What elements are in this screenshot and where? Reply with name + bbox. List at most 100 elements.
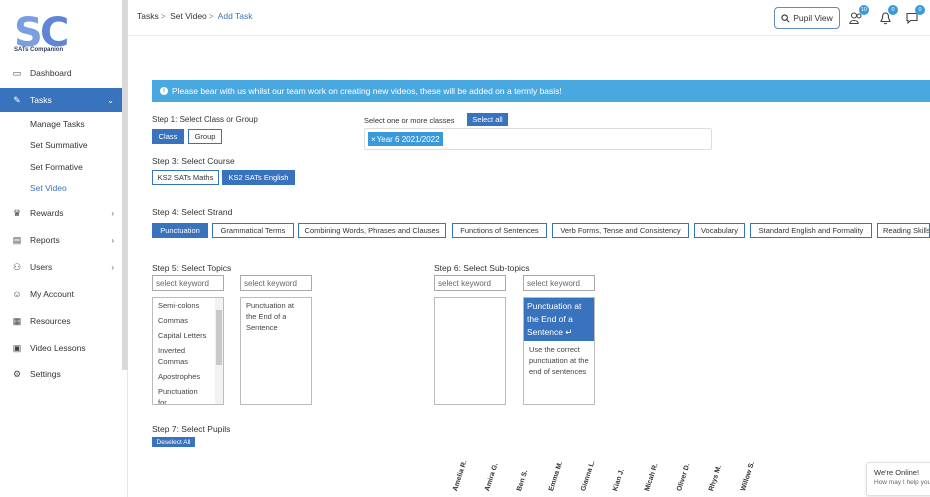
pupil-name[interactable]: Micah R. <box>644 463 660 493</box>
nav-label: Reports <box>30 235 60 245</box>
notifications-badge: 0 <box>888 5 898 15</box>
pupil-name[interactable]: Oliver D. <box>676 463 692 493</box>
subtopics-list[interactable] <box>434 297 506 405</box>
course-english-button[interactable]: KS2 SATs English <box>222 170 295 185</box>
tasks-icon: ✎ <box>13 94 21 105</box>
nav-resources[interactable]: ▦ Resources <box>0 309 122 333</box>
chat-widget[interactable]: We're Online! How may I help you <box>866 462 930 496</box>
nav-label: Settings <box>30 369 61 379</box>
list-item[interactable]: Punctuation for <box>153 384 213 404</box>
nav-label: Video Lessons <box>30 343 86 353</box>
info-alert: i Please bear with us whilst our team wo… <box>152 80 930 102</box>
list-item[interactable]: Semi-colons <box>153 298 223 313</box>
pupil-name[interactable]: Amira G. <box>484 462 500 492</box>
selected-subtopic[interactable]: Punctuation at the End of a Sentence ↵ <box>524 298 594 341</box>
breadcrumb-add-task: Add Task <box>217 11 253 21</box>
nav-users[interactable]: ⚇ Users › <box>0 255 122 279</box>
nav-rewards[interactable]: ♛ Rewards › <box>0 201 122 225</box>
messages-button[interactable]: 0 <box>904 5 925 26</box>
class-chip[interactable]: × Year 6 2021/2022 <box>368 132 443 146</box>
nav-dashboard[interactable]: ▭ Dashboard <box>0 61 122 85</box>
strand-button[interactable]: Functions of Sentences <box>452 223 547 238</box>
nav-reports[interactable]: ▤ Reports › <box>0 228 122 252</box>
strand-button[interactable]: Verb Forms, Tense and Consistency <box>552 223 689 238</box>
pupil-name[interactable]: Gianna L. <box>580 460 597 493</box>
sub-set-summative[interactable]: Set Summative <box>30 140 88 150</box>
users-header-button[interactable]: 10 <box>848 5 869 26</box>
subtopic-description: Use the correct punctuation at the end o… <box>529 345 589 376</box>
list-item[interactable]: Punctuation at the End of a Sentence <box>241 298 311 335</box>
nav-my-account[interactable]: ☺ My Account <box>0 282 122 306</box>
strand-button[interactable]: Punctuation <box>152 223 208 238</box>
strand-button[interactable]: Vocabulary <box>694 223 745 238</box>
sub-set-video[interactable]: Set Video <box>30 183 67 193</box>
nav-label: Rewards <box>30 208 64 218</box>
resources-icon: ▦ <box>12 315 22 326</box>
chat-subtitle: How may I help you <box>874 479 930 486</box>
class-button[interactable]: Class <box>152 129 184 144</box>
topics-scrollbar[interactable] <box>215 298 223 404</box>
strand-button[interactable]: Standard English and Formality <box>750 223 872 238</box>
selected-subtopics-list[interactable]: Punctuation at the End of a Sentence ↵ U… <box>523 297 595 405</box>
subtopics-search-input[interactable]: select keyword <box>434 275 506 291</box>
breadcrumb: Tasks > Set Video > Add Task <box>137 11 252 21</box>
nav-tasks[interactable]: ✎ Tasks ⌄ <box>0 88 122 112</box>
list-item[interactable]: Inverted Commas <box>153 343 213 369</box>
list-item[interactable]: Commas <box>153 313 223 328</box>
reports-icon: ▤ <box>12 234 22 245</box>
nav-label: Users <box>30 262 53 272</box>
sub-set-formative[interactable]: Set Formative <box>30 162 83 172</box>
pupil-name[interactable]: Kian J. <box>612 468 626 492</box>
breadcrumb-separator: > <box>208 11 214 21</box>
alert-text: Please bear with us whilst our team work… <box>172 86 562 96</box>
strand-button[interactable]: Reading Skills <box>877 223 930 238</box>
chevron-right-icon: › <box>111 235 114 245</box>
users-badge: 10 <box>858 5 869 15</box>
breadcrumb-separator: > <box>160 11 166 21</box>
select-all-button[interactable]: Select all <box>467 113 508 126</box>
sidebar: S C SATs Companion ▭ Dashboard ✎ Tasks ⌄… <box>0 0 128 497</box>
breadcrumb-set-video[interactable]: Set Video <box>170 11 207 21</box>
sub-manage-tasks[interactable]: Manage Tasks <box>30 119 85 129</box>
list-item[interactable]: Apostrophes <box>153 369 223 384</box>
list-item[interactable]: Capital Letters <box>153 328 223 343</box>
pupil-name[interactable]: Ben S. <box>516 469 529 492</box>
nav-label: My Account <box>30 289 74 299</box>
deselect-all-button[interactable]: Deselect All <box>152 437 195 447</box>
strand-button[interactable]: Combining Words, Phrases and Clauses <box>298 223 446 238</box>
step5-label: Step 5: Select Topics <box>152 263 232 273</box>
classes-multiselect[interactable]: × Year 6 2021/2022 <box>364 128 712 150</box>
nav-settings[interactable]: ⚙ Settings <box>0 362 122 386</box>
topics-search-input[interactable]: select keyword <box>152 275 224 291</box>
pupil-view-label: Pupil View <box>793 13 833 23</box>
subtopic-title: Punctuation at the End of a Sentence <box>527 301 582 337</box>
pupil-name[interactable]: Rhys M. <box>708 464 723 492</box>
pupil-name[interactable]: Emma M. <box>548 461 564 492</box>
info-icon: i <box>160 87 168 95</box>
chip-remove-icon[interactable]: × <box>371 135 376 144</box>
breadcrumb-tasks[interactable]: Tasks <box>137 11 159 21</box>
monitor-icon: ▭ <box>12 67 22 78</box>
step4-label: Step 4: Select Strand <box>152 207 233 217</box>
sidebar-scrollbar[interactable] <box>122 0 128 370</box>
selected-topics-search-input[interactable]: select keyword <box>240 275 312 291</box>
pupil-name[interactable]: Willow S. <box>740 461 756 492</box>
course-maths-button[interactable]: KS2 SATs Maths <box>152 170 219 185</box>
group-button[interactable]: Group <box>188 129 222 144</box>
scroll-thumb[interactable] <box>216 310 222 365</box>
topics-list[interactable]: Semi-colons Commas Capital Letters Inver… <box>152 297 224 405</box>
return-icon: ↵ <box>565 327 573 337</box>
notifications-button[interactable]: 0 <box>877 5 898 26</box>
pupil-view-button[interactable]: Pupil View <box>774 7 840 29</box>
selected-subtopics-search-input[interactable]: select keyword <box>523 275 595 291</box>
logo-text: SATs Companion <box>14 47 64 53</box>
step3-label: Step 3: Select Course <box>152 156 235 166</box>
search-user-icon <box>781 13 790 22</box>
pupil-name[interactable]: Amelia R. <box>452 460 469 493</box>
nav-video-lessons[interactable]: ▣ Video Lessons <box>0 336 122 360</box>
account-icon: ☺ <box>12 289 22 299</box>
classes-label: Select one or more classes <box>364 116 455 125</box>
strand-button[interactable]: Grammatical Terms <box>212 223 294 238</box>
chat-title: We're Online! <box>874 468 920 477</box>
selected-topics-list[interactable]: Punctuation at the End of a Sentence <box>240 297 312 405</box>
